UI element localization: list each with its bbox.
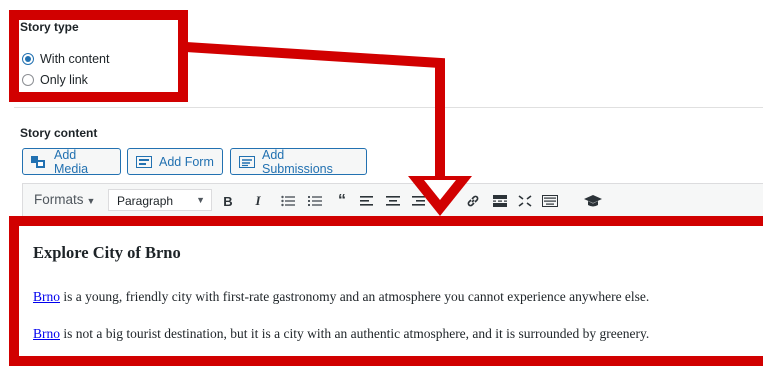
annotation-arrow: [185, 42, 472, 216]
